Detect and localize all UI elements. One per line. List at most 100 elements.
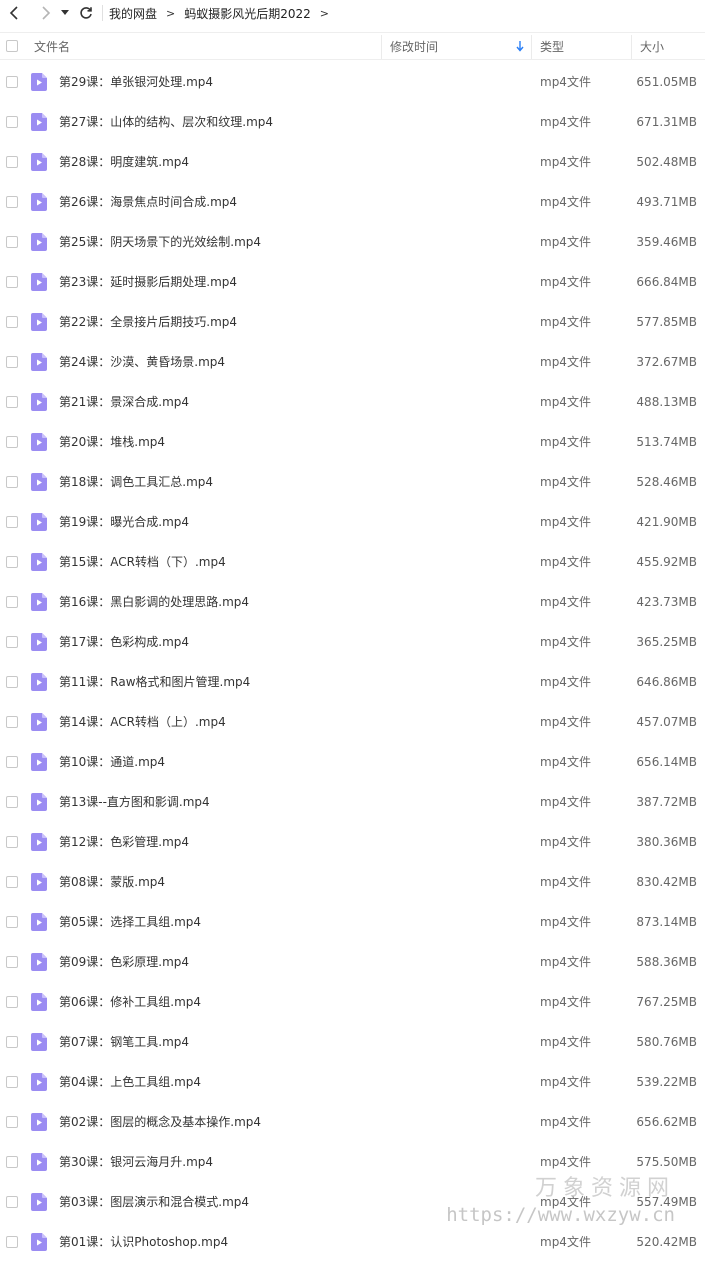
file-row[interactable]: 第25课：阴天场景下的光效绘制.mp4 mp4文件 359.46MB — [0, 222, 705, 262]
file-row[interactable]: 第15课：ACR转档（下）.mp4 mp4文件 455.92MB — [0, 542, 705, 582]
file-row[interactable]: 第04课：上色工具组.mp4 mp4文件 539.22MB — [0, 1062, 705, 1102]
row-checkbox[interactable] — [6, 836, 18, 848]
file-row[interactable]: 第02课：图层的概念及基本操作.mp4 mp4文件 656.62MB — [0, 1102, 705, 1142]
file-name[interactable]: 第30课：银河云海月升.mp4 — [59, 1142, 213, 1182]
row-checkbox[interactable] — [6, 1116, 18, 1128]
row-checkbox[interactable] — [6, 916, 18, 928]
column-header-modified[interactable]: 修改时间 — [390, 33, 528, 59]
row-checkbox[interactable] — [6, 516, 18, 528]
file-row[interactable]: 第05课：选择工具组.mp4 mp4文件 873.14MB — [0, 902, 705, 942]
file-row[interactable]: 第09课：色彩原理.mp4 mp4文件 588.36MB — [0, 942, 705, 982]
row-checkbox[interactable] — [6, 356, 18, 368]
breadcrumb-separator[interactable]: > — [320, 7, 329, 20]
row-checkbox[interactable] — [6, 1196, 18, 1208]
file-row[interactable]: 第10课：通道.mp4 mp4文件 656.14MB — [0, 742, 705, 782]
file-name[interactable]: 第11课：Raw格式和图片管理.mp4 — [59, 662, 250, 702]
file-row[interactable]: 第24课：沙漠、黄昏场景.mp4 mp4文件 372.67MB — [0, 342, 705, 382]
file-row[interactable]: 第11课：Raw格式和图片管理.mp4 mp4文件 646.86MB — [0, 662, 705, 702]
row-checkbox[interactable] — [6, 756, 18, 768]
row-checkbox[interactable] — [6, 716, 18, 728]
file-name[interactable]: 第03课：图层演示和混合模式.mp4 — [59, 1182, 249, 1222]
row-checkbox[interactable] — [6, 436, 18, 448]
refresh-button[interactable] — [74, 1, 98, 25]
column-header-name[interactable]: 文件名 — [34, 33, 70, 59]
file-row[interactable]: 第21课：景深合成.mp4 mp4文件 488.13MB — [0, 382, 705, 422]
history-dropdown-button[interactable] — [58, 1, 72, 25]
file-name[interactable]: 第16课：黑白影调的处理思路.mp4 — [59, 582, 249, 622]
row-checkbox[interactable] — [6, 556, 18, 568]
column-divider[interactable] — [531, 35, 532, 59]
file-name[interactable]: 第22课：全景接片后期技巧.mp4 — [59, 302, 237, 342]
file-row[interactable]: 第19课：曝光合成.mp4 mp4文件 421.90MB — [0, 502, 705, 542]
file-row[interactable]: 第06课：修补工具组.mp4 mp4文件 767.25MB — [0, 982, 705, 1022]
row-checkbox[interactable] — [6, 996, 18, 1008]
row-checkbox[interactable] — [6, 156, 18, 168]
file-name[interactable]: 第09课：色彩原理.mp4 — [59, 942, 189, 982]
file-row[interactable]: 第16课：黑白影调的处理思路.mp4 mp4文件 423.73MB — [0, 582, 705, 622]
file-name[interactable]: 第26课：海景焦点时间合成.mp4 — [59, 182, 237, 222]
row-checkbox[interactable] — [6, 396, 18, 408]
row-checkbox[interactable] — [6, 876, 18, 888]
file-row[interactable]: 第18课：调色工具汇总.mp4 mp4文件 528.46MB — [0, 462, 705, 502]
row-checkbox[interactable] — [6, 1076, 18, 1088]
file-row[interactable]: 第17课：色彩构成.mp4 mp4文件 365.25MB — [0, 622, 705, 662]
file-name[interactable]: 第05课：选择工具组.mp4 — [59, 902, 201, 942]
row-checkbox[interactable] — [6, 1236, 18, 1248]
row-checkbox[interactable] — [6, 116, 18, 128]
row-checkbox[interactable] — [6, 1156, 18, 1168]
file-name[interactable]: 第23课：延时摄影后期处理.mp4 — [59, 262, 237, 302]
row-checkbox[interactable] — [6, 636, 18, 648]
file-row[interactable]: 第23课：延时摄影后期处理.mp4 mp4文件 666.84MB — [0, 262, 705, 302]
row-checkbox[interactable] — [6, 676, 18, 688]
file-row[interactable]: 第27课：山体的结构、层次和纹理.mp4 mp4文件 671.31MB — [0, 102, 705, 142]
column-divider[interactable] — [631, 35, 632, 59]
file-row[interactable]: 第20课：堆栈.mp4 mp4文件 513.74MB — [0, 422, 705, 462]
file-row[interactable]: 第13课--直方图和影调.mp4 mp4文件 387.72MB — [0, 782, 705, 822]
column-header-size[interactable]: 大小 — [640, 33, 664, 59]
file-name[interactable]: 第10课：通道.mp4 — [59, 742, 165, 782]
file-name[interactable]: 第21课：景深合成.mp4 — [59, 382, 189, 422]
row-checkbox[interactable] — [6, 796, 18, 808]
row-checkbox[interactable] — [6, 276, 18, 288]
row-checkbox[interactable] — [6, 196, 18, 208]
file-name[interactable]: 第20课：堆栈.mp4 — [59, 422, 165, 462]
row-checkbox[interactable] — [6, 956, 18, 968]
file-row[interactable]: 第28课：明度建筑.mp4 mp4文件 502.48MB — [0, 142, 705, 182]
file-name[interactable]: 第28课：明度建筑.mp4 — [59, 142, 189, 182]
file-row[interactable]: 第01课：认识Photoshop.mp4 mp4文件 520.42MB — [0, 1222, 705, 1262]
row-checkbox[interactable] — [6, 1036, 18, 1048]
row-checkbox[interactable] — [6, 236, 18, 248]
file-row[interactable]: 第07课：钢笔工具.mp4 mp4文件 580.76MB — [0, 1022, 705, 1062]
file-row[interactable]: 第22课：全景接片后期技巧.mp4 mp4文件 577.85MB — [0, 302, 705, 342]
column-header-type[interactable]: 类型 — [540, 33, 564, 59]
file-name[interactable]: 第08课：蒙版.mp4 — [59, 862, 165, 902]
forward-button[interactable] — [34, 1, 58, 25]
file-name[interactable]: 第04课：上色工具组.mp4 — [59, 1062, 201, 1102]
select-all-checkbox[interactable] — [6, 40, 18, 52]
file-name[interactable]: 第17课：色彩构成.mp4 — [59, 622, 189, 662]
back-button[interactable] — [2, 1, 26, 25]
row-checkbox[interactable] — [6, 596, 18, 608]
file-row[interactable]: 第30课：银河云海月升.mp4 mp4文件 575.50MB — [0, 1142, 705, 1182]
file-name[interactable]: 第27课：山体的结构、层次和纹理.mp4 — [59, 102, 273, 142]
row-checkbox[interactable] — [6, 76, 18, 88]
file-row[interactable]: 第26课：海景焦点时间合成.mp4 mp4文件 493.71MB — [0, 182, 705, 222]
file-name[interactable]: 第13课--直方图和影调.mp4 — [59, 782, 210, 822]
file-name[interactable]: 第29课：单张银河处理.mp4 — [59, 62, 213, 102]
file-row[interactable]: 第12课：色彩管理.mp4 mp4文件 380.36MB — [0, 822, 705, 862]
file-row[interactable]: 第08课：蒙版.mp4 mp4文件 830.42MB — [0, 862, 705, 902]
file-row[interactable]: 第29课：单张银河处理.mp4 mp4文件 651.05MB — [0, 62, 705, 102]
breadcrumb-root[interactable]: 我的网盘 — [109, 5, 157, 22]
file-name[interactable]: 第15课：ACR转档（下）.mp4 — [59, 542, 226, 582]
file-name[interactable]: 第01课：认识Photoshop.mp4 — [59, 1222, 228, 1262]
file-name[interactable]: 第02课：图层的概念及基本操作.mp4 — [59, 1102, 261, 1142]
file-name[interactable]: 第14课：ACR转档（上）.mp4 — [59, 702, 226, 742]
file-row[interactable]: 第03课：图层演示和混合模式.mp4 mp4文件 557.49MB — [0, 1182, 705, 1222]
column-divider[interactable] — [381, 35, 382, 59]
row-checkbox[interactable] — [6, 316, 18, 328]
file-name[interactable]: 第07课：钢笔工具.mp4 — [59, 1022, 189, 1062]
file-name[interactable]: 第18课：调色工具汇总.mp4 — [59, 462, 213, 502]
file-name[interactable]: 第24课：沙漠、黄昏场景.mp4 — [59, 342, 225, 382]
breadcrumb-folder[interactable]: 蚂蚁摄影风光后期2022 — [184, 5, 311, 22]
file-name[interactable]: 第12课：色彩管理.mp4 — [59, 822, 189, 862]
